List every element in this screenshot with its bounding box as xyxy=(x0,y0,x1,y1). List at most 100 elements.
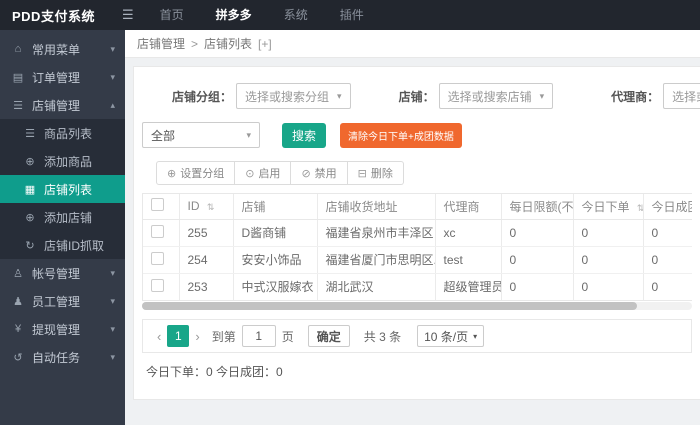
chevron-down-icon: ▾ xyxy=(110,323,115,334)
search-button[interactable]: 搜索 xyxy=(282,122,326,148)
cell-id: 254 xyxy=(179,246,234,274)
sidebar-toggle-icon[interactable]: ☰ xyxy=(112,7,144,23)
status-select[interactable]: 全部 ▾ xyxy=(142,122,260,148)
list-icon: ☰ xyxy=(25,127,35,140)
disable-icon: ⊘ xyxy=(301,167,311,180)
row-checkbox[interactable] xyxy=(151,224,164,238)
home-icon: ⌂ xyxy=(14,43,22,55)
nav-item-plugins[interactable]: 插件 xyxy=(324,0,380,30)
chevron-down-icon: ▾ xyxy=(337,90,342,101)
table-header-row: ID ⇅ 店铺 店铺收货地址 代理商 每日限额(不... 今日下单 ⇅ xyxy=(143,194,692,220)
cell-today-groups: 0 xyxy=(643,246,692,274)
cell-today-orders: 0 xyxy=(573,273,644,300)
row-checkbox[interactable] xyxy=(151,278,164,292)
cell-agent: test xyxy=(435,246,502,274)
prev-page-button[interactable]: ‹ xyxy=(151,329,167,344)
delete-button[interactable]: ⊟ 删除 xyxy=(347,161,404,185)
fetch-icon: ↻ xyxy=(25,239,35,252)
enable-icon: ⊙ xyxy=(245,167,255,180)
trash-icon: ⊟ xyxy=(357,167,367,180)
chevron-down-icon: ▾ xyxy=(110,267,115,278)
cell-address: 福建省厦门市思明区... xyxy=(317,246,436,274)
shop-label: 店铺： xyxy=(398,89,435,104)
cell-today-groups: 0 xyxy=(643,219,692,247)
sidebar-item-auto-tasks[interactable]: ↺ 自动任务 ▾ xyxy=(0,343,125,371)
breadcrumb-add-tab[interactable]: [+] xyxy=(258,37,272,51)
column-header-daily-limit: 每日限额(不... xyxy=(501,194,574,220)
cell-id: 253 xyxy=(179,273,234,300)
column-header-shop: 店铺 xyxy=(233,194,318,220)
sort-icon[interactable]: ⇅ xyxy=(637,203,642,213)
filter-row-actions: 全部 ▾ 搜索 清除今日下单+成团数据 xyxy=(142,122,692,148)
horizontal-scrollbar xyxy=(142,302,692,310)
sidebar-item-shop-id-fetch[interactable]: ↻ 店铺ID抓取 xyxy=(0,231,125,259)
top-navigation: 首页 拼多多 系统 插件 xyxy=(144,0,380,30)
column-header-today-orders[interactable]: 今日下单 ⇅ xyxy=(573,194,644,220)
plus-circle-icon: ⊕ xyxy=(25,155,35,168)
cell-daily-limit: 0 xyxy=(501,219,574,247)
sidebar-item-account-management[interactable]: ♙ 帐号管理 ▾ xyxy=(0,259,125,287)
sidebar-item-order-management[interactable]: ▤ 订单管理 ▾ xyxy=(0,63,125,91)
breadcrumb-parent[interactable]: 店铺管理 xyxy=(137,35,185,52)
app-window: PDD支付系统 ☰ 首页 拼多多 系统 插件 ⌂ 常用菜单 ▾ ▤ 订单管理 ▾… xyxy=(0,0,700,425)
table-row: 254 安安小饰品 福建省厦门市思明区... test 0 0 0 xyxy=(143,246,692,274)
goto-label: 到第 xyxy=(211,329,236,344)
money-icon: ¥ xyxy=(14,323,22,335)
cell-daily-limit: 0 xyxy=(501,246,574,274)
sidebar-item-add-shop[interactable]: ⊕ 添加店铺 xyxy=(0,203,125,231)
cell-agent: xc xyxy=(435,219,502,247)
user-icon: ♙ xyxy=(13,267,23,280)
chevron-down-icon: ▾ xyxy=(110,71,115,82)
cell-id: 255 xyxy=(179,219,234,247)
enable-button[interactable]: ⊙ 启用 xyxy=(235,161,292,185)
order-icon: ▤ xyxy=(12,71,24,84)
nav-item-pinduoduo[interactable]: 拼多多 xyxy=(200,0,268,30)
cell-agent: 超级管理员 xyxy=(435,273,502,300)
shop-table: ID ⇅ 店铺 店铺收货地址 代理商 每日限额(不... 今日下单 ⇅ xyxy=(142,193,692,301)
chevron-down-icon: ▾ xyxy=(473,331,478,341)
shop-list-panel: 店铺分组： 选择或搜索分组 ▾ 店铺： 选择或搜索店铺 ▾ 代理商： 选择或搜索… xyxy=(133,66,700,400)
cell-address: 湖北武汉 xyxy=(317,273,436,300)
goto-page-input[interactable] xyxy=(241,325,276,347)
column-header-id[interactable]: ID ⇅ xyxy=(179,194,234,220)
users-icon: ♟ xyxy=(13,295,23,308)
page-size-select[interactable]: 10 条/页 ▾ xyxy=(417,325,485,347)
cell-shop: D酱商铺 xyxy=(233,219,318,247)
sidebar-item-shop-management[interactable]: ☰ 店铺管理 ▴ xyxy=(0,91,125,119)
sidebar-submenu-shop-management: ☰ 商品列表 ⊕ 添加商品 ▦ 店铺列表 ⊕ 添加店铺 ↻ 店铺ID抓取 xyxy=(0,119,125,259)
scrollbar-thumb[interactable] xyxy=(142,302,637,310)
sidebar-item-withdraw-management[interactable]: ¥ 提现管理 ▾ xyxy=(0,315,125,343)
sidebar-item-staff-management[interactable]: ♟ 员工管理 ▾ xyxy=(0,287,125,315)
sidebar-item-common-menu[interactable]: ⌂ 常用菜单 ▾ xyxy=(0,35,125,63)
breadcrumb-separator: > xyxy=(191,36,199,51)
shop-icon: ☰ xyxy=(13,99,23,112)
next-page-button[interactable]: › xyxy=(189,329,205,344)
set-group-icon: ⊕ xyxy=(167,167,177,180)
total-count-label: 共 3 条 xyxy=(363,329,402,344)
app-logo: PDD支付系统 xyxy=(12,8,95,24)
row-checkbox[interactable] xyxy=(151,251,164,265)
chevron-up-icon: ▴ xyxy=(110,99,115,110)
cell-today-orders: 0 xyxy=(573,219,644,247)
select-all-checkbox[interactable] xyxy=(151,198,164,212)
sidebar-item-shop-list[interactable]: ▦ 店铺列表 xyxy=(0,175,125,203)
column-header-agent: 代理商 xyxy=(435,194,502,220)
agent-select[interactable]: 选择或搜索代理 xyxy=(663,83,700,109)
shop-select[interactable]: 选择或搜索店铺 ▾ xyxy=(438,83,554,109)
disable-button[interactable]: ⊘ 禁用 xyxy=(291,161,348,185)
confirm-page-button[interactable]: 确定 xyxy=(307,325,350,347)
breadcrumb-current: 店铺列表 xyxy=(204,37,253,51)
nav-item-home[interactable]: 首页 xyxy=(144,0,200,30)
chevron-down-icon: ▾ xyxy=(110,295,115,306)
agent-label: 代理商： xyxy=(611,89,660,104)
shop-group-select[interactable]: 选择或搜索分组 ▾ xyxy=(236,83,351,109)
current-page-button[interactable]: 1 xyxy=(167,325,190,347)
sort-icon[interactable]: ⇅ xyxy=(207,202,215,212)
clear-today-data-button[interactable]: 清除今日下单+成团数据 xyxy=(340,122,462,148)
nav-item-system[interactable]: 系统 xyxy=(268,0,324,30)
set-group-button[interactable]: ⊕ 设置分组 xyxy=(156,161,236,185)
sidebar-item-add-product[interactable]: ⊕ 添加商品 xyxy=(0,147,125,175)
sidebar-item-product-list[interactable]: ☰ 商品列表 xyxy=(0,119,125,147)
column-header-today-groups[interactable]: 今日成团 ⇅ xyxy=(643,194,692,220)
refresh-icon: ↺ xyxy=(13,351,23,364)
